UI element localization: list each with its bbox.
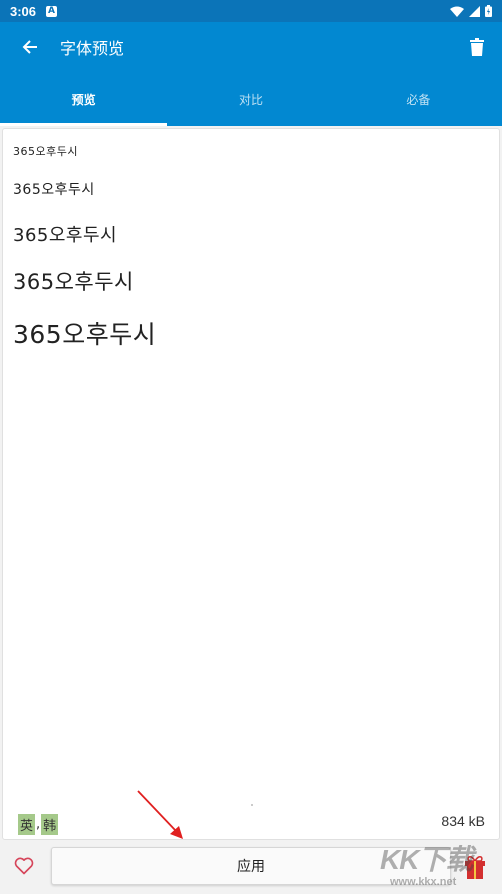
font-sample-l: 365오후두시 <box>13 270 134 294</box>
font-sample-xs: 365오후두시 <box>13 145 78 158</box>
tab-compare[interactable]: 对比 <box>167 72 334 126</box>
app-bar: 字体预览 <box>0 22 502 72</box>
lang-tag-english: 英 <box>18 814 36 835</box>
apply-button[interactable]: 应用 <box>51 847 451 885</box>
heart-icon[interactable] <box>14 857 34 875</box>
language-tags: 英 , 韩 <box>18 814 59 835</box>
back-button[interactable] <box>0 22 60 72</box>
delete-button[interactable] <box>452 22 502 72</box>
font-sample-s: 365오후두시 <box>13 182 95 198</box>
back-arrow-icon <box>22 40 37 54</box>
tab-essentials[interactable]: 必备 <box>335 72 502 126</box>
font-sample-m: 365오후두시 <box>13 225 118 246</box>
annotation-arrow-icon <box>137 790 183 839</box>
wifi-icon <box>450 6 464 17</box>
bottom-bar: 应用 <box>0 842 502 894</box>
font-sample-xl: 365오후두시 <box>13 320 157 349</box>
page-title: 字体预览 <box>60 39 125 58</box>
notification-icon: A <box>46 5 58 17</box>
divider-dot <box>251 804 253 806</box>
battery-icon <box>485 5 492 17</box>
signal-icon <box>469 5 480 17</box>
lang-tag-korean: 韩 <box>41 814 59 835</box>
tab-preview[interactable]: 预览 <box>0 72 168 126</box>
status-time: 3:06 <box>10 3 37 19</box>
gift-icon[interactable] <box>464 854 486 880</box>
status-bar: 3:06 A <box>0 0 502 22</box>
tab-bar: 预览 对比 必备 <box>0 72 502 126</box>
trash-icon <box>470 38 484 56</box>
file-size: 834 kB <box>441 813 485 829</box>
font-preview-card: 365오후두시 365오후두시 365오후두시 365오후두시 365오후두시 … <box>2 128 500 840</box>
status-icons <box>450 5 492 17</box>
